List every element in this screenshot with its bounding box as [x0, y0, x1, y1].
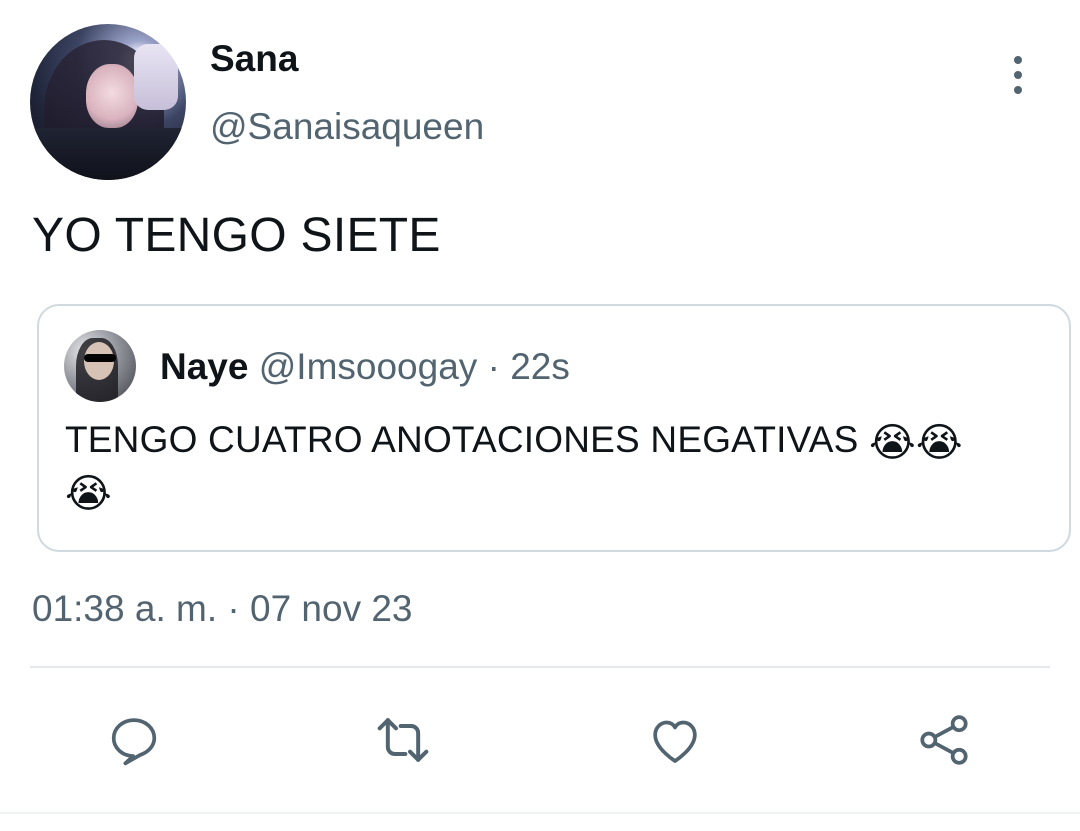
tweet-timestamp[interactable]: 01:38 a. m. · 07 nov 23	[32, 588, 413, 630]
share-button[interactable]	[914, 710, 974, 770]
quote-author-handle: @Imsooogay	[258, 346, 478, 387]
reply-button[interactable]	[104, 710, 164, 770]
quoted-tweet[interactable]: Naye @Imsooogay · 22s TENGO CUATRO ANOTA…	[37, 304, 1071, 552]
like-icon	[653, 720, 697, 763]
more-dot	[1014, 86, 1022, 94]
loudly-crying-emoji: 😭	[65, 471, 112, 517]
loudly-crying-emoji: 😭	[915, 420, 963, 466]
avatar-coat	[30, 128, 186, 180]
author-handle[interactable]: @Sanaisaqueen	[210, 106, 484, 148]
quote-avatar-glasses	[84, 354, 116, 362]
retweet-icon	[377, 718, 429, 762]
loudly-crying-emoji: 😭	[868, 420, 916, 466]
like-button[interactable]	[645, 710, 705, 770]
retweet-button[interactable]	[373, 710, 433, 770]
divider	[30, 666, 1050, 668]
more-options-icon[interactable]	[998, 52, 1038, 98]
quote-author-avatar	[64, 330, 136, 402]
avatar-face	[86, 64, 138, 128]
quote-separator: ·	[487, 346, 500, 387]
share-icon	[920, 715, 968, 765]
author-name[interactable]: Sana	[210, 38, 298, 80]
more-dot	[1014, 71, 1022, 79]
quote-time: 22s	[510, 346, 570, 387]
avatar-phone	[134, 44, 178, 110]
quote-author-name: Naye	[160, 346, 249, 387]
quote-text: TENGO CUATRO ANOTACIONES NEGATIVAS 😭😭 😭	[65, 416, 1045, 518]
more-dot	[1014, 56, 1022, 64]
quote-header: Naye @Imsooogay · 22s	[160, 346, 570, 388]
quote-text-content: TENGO CUATRO ANOTACIONES NEGATIVAS	[65, 419, 859, 460]
tweet-detail: Sana @Sanaisaqueen YO TENGO SIETE Naye @…	[0, 0, 1080, 831]
reply-icon	[111, 718, 157, 766]
bottom-divider	[0, 812, 1080, 814]
tweet-text: YO TENGO SIETE	[32, 209, 441, 262]
author-avatar[interactable]	[30, 24, 186, 180]
